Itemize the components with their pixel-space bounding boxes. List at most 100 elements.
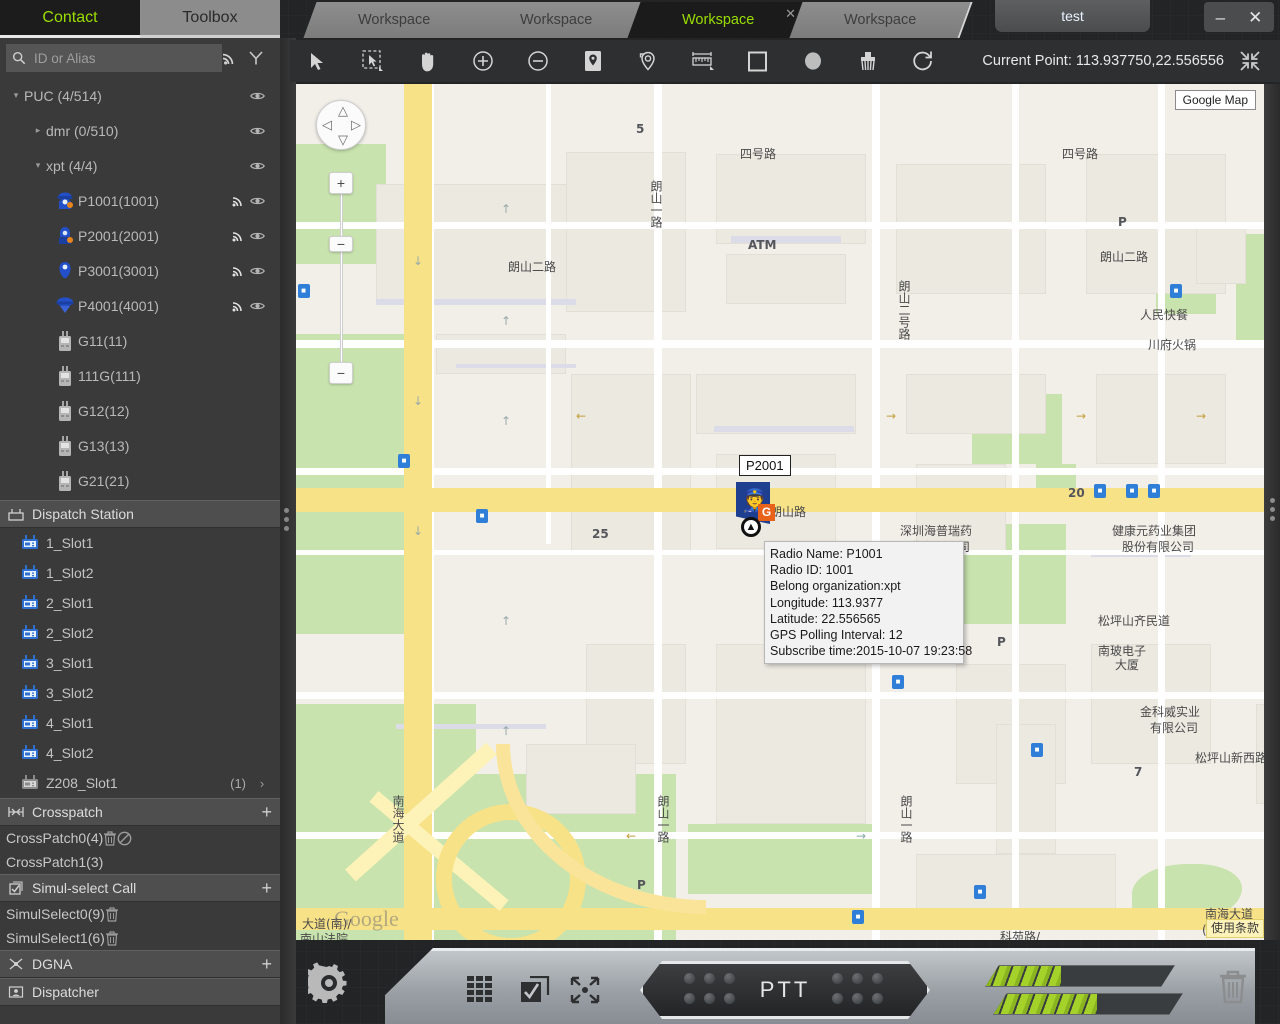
tree-node-g2121[interactable]: G21(21) — [0, 463, 280, 498]
radio-signal-icon[interactable] — [232, 300, 250, 312]
select-all-button[interactable] — [515, 973, 555, 1007]
chevron-right-icon[interactable]: › — [252, 776, 272, 791]
zoom-out-tool[interactable] — [510, 40, 565, 82]
crosspatch-header[interactable]: Crosspatch + — [0, 798, 280, 826]
visibility-eye-icon[interactable] — [250, 91, 272, 101]
simul-select-item-simulselect1[interactable]: SimulSelect1 (6) — [0, 926, 280, 950]
tab-toolbox[interactable]: Toolbox — [140, 0, 280, 38]
workspace-tab-1[interactable]: Workspace — [303, 2, 487, 38]
dispatch-station-item-1_slot2[interactable]: 1_Slot2 — [0, 558, 280, 588]
pan-up-icon[interactable]: △ — [338, 103, 348, 119]
simul-select-add-icon[interactable]: + — [261, 878, 272, 899]
search-input[interactable] — [34, 50, 216, 66]
dispatch-station-item-3_slot2[interactable]: 3_Slot2 — [0, 678, 280, 708]
tree-node-puc4514[interactable]: ▾ PUC (4/514) — [0, 78, 280, 113]
visibility-eye-icon[interactable] — [250, 231, 272, 241]
radio-signal-icon[interactable] — [232, 265, 250, 277]
trash-icon[interactable] — [1216, 968, 1250, 1004]
tree-node-p10011001[interactable]: P1001(1001) — [0, 183, 280, 218]
tree-node-p20012001[interactable]: P2001(2001) — [0, 218, 280, 253]
zoom-in-button[interactable]: + — [329, 172, 353, 194]
draw-rectangle-tool[interactable] — [730, 40, 785, 82]
dispatch-station-item-4_slot2[interactable]: 4_Slot2 — [0, 738, 280, 768]
dgna-add-icon[interactable]: + — [261, 954, 272, 975]
tree-node-g1111[interactable]: G11(11) — [0, 323, 280, 358]
crosspatch-button[interactable] — [565, 973, 605, 1007]
simul-select-header[interactable]: Simul-select Call + — [0, 874, 280, 902]
gear-icon[interactable] — [308, 962, 350, 1004]
dispatch-station-item-2_slot2[interactable]: 2_Slot2 — [0, 618, 280, 648]
funnel-icon[interactable] — [248, 50, 274, 66]
workspace-tab-4[interactable]: Workspace — [789, 2, 973, 38]
add-marker-tool[interactable] — [565, 40, 620, 82]
draw-circle-tool[interactable] — [785, 40, 840, 82]
locate-marker-tool[interactable] — [620, 40, 675, 82]
collapse-icon[interactable] — [1240, 51, 1280, 71]
dispatch-station-item-4_slot1[interactable]: 4_Slot1 — [0, 708, 280, 738]
session-tab-test[interactable]: test — [995, 0, 1150, 32]
right-splitter[interactable] — [1264, 84, 1280, 940]
pan-left-icon[interactable]: ◁ — [322, 117, 332, 133]
close-tab-icon[interactable]: ✕ — [785, 6, 796, 22]
crosspatch-item-crosspatch0[interactable]: CrossPatch0 (4) — [0, 826, 280, 850]
tree-node-111g111[interactable]: 111G(111) — [0, 358, 280, 393]
dispatcher-header[interactable]: Dispatcher — [0, 978, 280, 1006]
radio-signal-icon[interactable] — [232, 195, 250, 207]
delete-icon[interactable] — [105, 930, 119, 946]
keypad-button[interactable] — [463, 973, 503, 1007]
dispatch-station-header[interactable]: Dispatch Station — [0, 500, 280, 528]
zoom-slider-handle[interactable]: − — [329, 236, 353, 252]
refresh-tool[interactable] — [895, 40, 950, 82]
terms-of-use-badge[interactable]: 使用条款 — [1205, 919, 1264, 938]
tree-caret-icon[interactable]: ▾ — [8, 90, 24, 101]
select-arrow-tool[interactable] — [290, 40, 345, 82]
delete-icon[interactable] — [105, 906, 119, 922]
tree-caret-icon[interactable]: ▾ — [30, 160, 46, 171]
right-splitter-grip[interactable] — [1264, 494, 1280, 525]
minimize-icon[interactable]: – — [1216, 9, 1225, 26]
dispatch-station-item-z208_slot1[interactable]: Z208_Slot1 (1) › — [0, 768, 280, 798]
dispatch-station-item-3_slot1[interactable]: 3_Slot1 — [0, 648, 280, 678]
pan-control[interactable]: △ ▽ ◁ ▷ — [316, 100, 366, 150]
crosspatch-add-icon[interactable]: + — [261, 802, 272, 823]
tree-node-dmr0510[interactable]: ▸ dmr (0/510) — [0, 113, 280, 148]
zoom-slider-handle-bottom[interactable]: − — [329, 362, 353, 384]
pan-right-icon[interactable]: ▷ — [351, 117, 361, 133]
close-icon[interactable]: ✕ — [1248, 9, 1262, 26]
simul-select-item-simulselect0[interactable]: SimulSelect0 (9) — [0, 902, 280, 926]
clear-brush-tool[interactable] — [840, 40, 895, 82]
splitter-grip[interactable] — [284, 504, 289, 535]
visibility-eye-icon[interactable] — [250, 266, 272, 276]
tree-node-p40014001[interactable]: P4001(4001) — [0, 288, 280, 323]
measure-distance-tool[interactable] — [675, 40, 730, 82]
disable-icon[interactable] — [117, 831, 132, 846]
tree-node-p30013001[interactable]: P3001(3001) — [0, 253, 280, 288]
radio-signal-icon[interactable] — [232, 230, 250, 242]
marquee-select-tool[interactable] — [345, 40, 400, 82]
workspace-tab-3[interactable]: Workspace ✕ — [627, 2, 811, 38]
pan-hand-tool[interactable] — [400, 40, 455, 82]
tree-node-g1313[interactable]: G13(13) — [0, 428, 280, 463]
crosspatch-item-crosspatch1[interactable]: CrossPatch1 (3) — [0, 850, 280, 874]
tab-contact[interactable]: Contact — [0, 0, 140, 38]
delete-icon[interactable] — [103, 830, 117, 846]
dispatch-station-item-1_slot1[interactable]: 1_Slot1 — [0, 528, 280, 558]
visibility-eye-icon[interactable] — [250, 196, 272, 206]
google-map-badge[interactable]: Google Map — [1174, 90, 1256, 110]
dgna-header[interactable]: DGNA + — [0, 950, 280, 978]
search-box[interactable] — [6, 44, 222, 72]
zoom-in-tool[interactable] — [455, 40, 510, 82]
ptt-button[interactable]: PTT — [640, 961, 930, 1019]
rss-icon[interactable] — [222, 51, 248, 65]
zoom-slider-track[interactable] — [340, 192, 343, 382]
tree-node-g1212[interactable]: G12(12) — [0, 393, 280, 428]
visibility-eye-icon[interactable] — [250, 301, 272, 311]
visibility-eye-icon[interactable] — [250, 161, 272, 171]
dispatch-station-item-2_slot1[interactable]: 2_Slot1 — [0, 588, 280, 618]
tree-caret-icon[interactable]: ▸ — [30, 125, 46, 136]
pan-down-icon[interactable]: ▽ — [338, 132, 348, 148]
tree-node-xpt44[interactable]: ▾ xpt (4/4) — [0, 148, 280, 183]
visibility-eye-icon[interactable] — [250, 126, 272, 136]
map-canvas[interactable]: ↑ ↑ ↑ ↑ ↑ ↓ ↓ ↓ ← → → → ← → ■ ■ ■ ■ ■ ■ … — [296, 84, 1264, 940]
workspace-tab-2[interactable]: Workspace — [465, 2, 649, 38]
